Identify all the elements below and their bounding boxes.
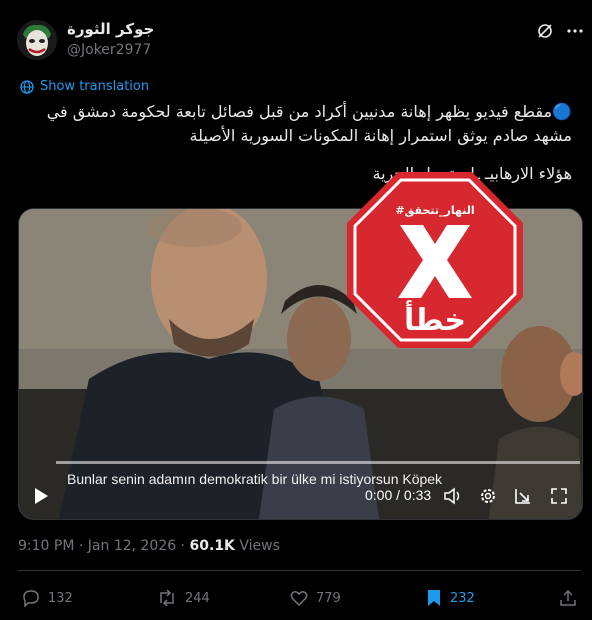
settings-gear-icon[interactable] — [479, 487, 497, 505]
views-count: 60.1K — [189, 538, 235, 554]
meta-separator: · — [180, 538, 190, 554]
repost-count: 244 — [185, 590, 210, 606]
tweet-date[interactable]: Jan 12, 2026 — [88, 538, 176, 554]
video-subtitle: Bunlar senin adamın demokratik bir ülke … — [67, 471, 443, 487]
video-progress-bar[interactable] — [56, 461, 580, 464]
heart-icon — [290, 591, 308, 607]
fact-check-stamp: #النهار_تتحقق خطأ — [347, 172, 523, 348]
like-button[interactable]: 779 — [290, 589, 341, 607]
joker-avatar-icon — [17, 20, 57, 60]
reply-count: 132 — [48, 590, 73, 606]
stamp-source-label: #النهار_تتحقق — [395, 204, 474, 217]
tweet-line: 🔵مقطع فيديو يظهر إهانة مدنيين أكراد من ق… — [46, 102, 572, 121]
tweet-line: مشهد صادم يوثق استمرار إهانة المكونات ال… — [189, 126, 572, 145]
play-icon[interactable] — [33, 487, 49, 505]
picture-in-picture-icon[interactable] — [514, 487, 532, 505]
divider — [18, 570, 581, 571]
avatar[interactable] — [17, 20, 57, 60]
display-name[interactable]: جوكر الثورة — [67, 20, 154, 38]
user-handle[interactable]: @Joker2977 — [67, 42, 151, 58]
views-label: Views — [239, 538, 280, 554]
globe-icon — [20, 79, 34, 94]
grok-icon[interactable] — [536, 22, 554, 40]
bookmark-icon — [428, 590, 440, 606]
volume-icon[interactable] — [443, 487, 463, 505]
reply-button[interactable]: 132 — [22, 589, 73, 607]
like-count: 779 — [316, 590, 341, 606]
more-options-icon[interactable] — [566, 22, 584, 40]
reply-icon — [23, 590, 39, 607]
bookmark-button[interactable]: 232 — [426, 589, 475, 607]
repost-button[interactable]: 244 — [157, 589, 210, 607]
fullscreen-icon[interactable] — [550, 487, 568, 505]
show-translation-label: Show translation — [40, 79, 150, 94]
share-icon — [560, 589, 576, 606]
tweet-time[interactable]: 9:10 PM — [18, 538, 74, 554]
stamp-verdict: خطأ — [404, 300, 466, 338]
bookmark-count: 232 — [450, 590, 475, 606]
video-time: 0:00 / 0:33 — [365, 487, 432, 503]
repost-icon — [160, 589, 174, 607]
tweet-meta: 9:10 PM · Jan 12, 2026 · 60.1K Views — [18, 538, 280, 554]
meta-separator: · — [78, 538, 88, 554]
share-button[interactable] — [559, 589, 577, 607]
show-translation-link[interactable]: Show translation — [20, 79, 149, 94]
